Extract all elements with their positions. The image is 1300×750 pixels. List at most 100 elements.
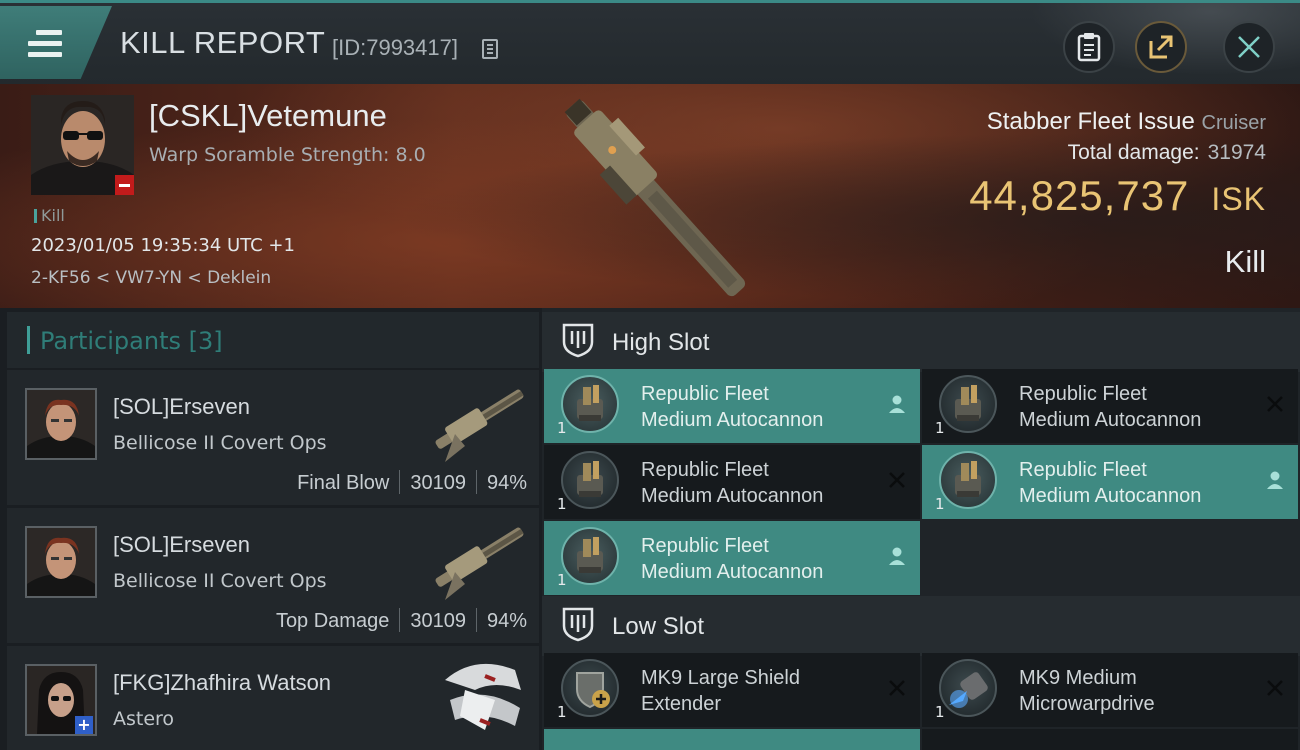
clipboard-button[interactable]	[1063, 21, 1115, 73]
participant-name: [SOL]Erseven	[113, 532, 250, 557]
module-name: MK9 Large Shield Extender	[641, 665, 800, 717]
victim-ship: Stabber Fleet Issue Cruiser	[987, 108, 1266, 136]
module-name-line2: Microwarpdrive	[1019, 693, 1155, 715]
participant-ship: Astero	[113, 708, 175, 730]
shield-slot-icon	[562, 607, 594, 642]
share-icon	[1149, 35, 1173, 59]
stats-divider	[475, 470, 477, 494]
module-slot-partial[interactable]	[544, 729, 920, 750]
participant-ship-image	[435, 527, 524, 600]
low-slot-header: Low Slot	[542, 596, 1300, 656]
participants-title: Participants [3]	[40, 327, 223, 355]
module-slot[interactable]: 1 MK9 Large Shield Extender	[544, 653, 920, 727]
hostile-badge	[115, 175, 134, 195]
module-name-line2: Medium Autocannon	[1019, 485, 1202, 507]
menu-button[interactable]	[0, 6, 112, 79]
participants-header: Participants [3]	[7, 312, 539, 368]
module-name-line2: Medium Autocannon	[641, 485, 824, 507]
destroyed-x-icon	[1267, 396, 1283, 412]
module-name-line1: Republic Fleet	[1019, 383, 1147, 405]
module-slot[interactable]: 1 Republic Fleet Medium Autocannon	[544, 369, 920, 443]
module-name-line1: Republic Fleet	[641, 383, 769, 405]
isk-value: 44,825,737 ISK	[969, 172, 1266, 220]
autocannon-icon	[561, 527, 619, 585]
module-name-line1: Republic Fleet	[1019, 459, 1147, 481]
menu-icon	[28, 30, 62, 58]
participant-tag: Final Blow	[297, 472, 390, 494]
participant-name: [SOL]Erseven	[113, 394, 250, 419]
person-icon	[889, 547, 905, 565]
module-name-line1: Republic Fleet	[641, 459, 769, 481]
participant-stats: Top Damage 30109 94%	[276, 608, 527, 633]
microwarpdrive-icon	[939, 659, 997, 717]
high-slot-title: High Slot	[612, 329, 710, 356]
shield-slot-icon	[562, 323, 594, 358]
participant-row[interactable]: [SOL]Erseven Bellicose II Covert Ops Top…	[7, 508, 539, 643]
destroyed-x-icon	[1267, 680, 1283, 696]
module-slot[interactable]: 1 Republic Fleet Medium Autocannon	[544, 521, 920, 595]
share-button[interactable]	[1135, 21, 1187, 73]
kill-datetime: 2023/01/05 19:35:34 UTC +1	[31, 235, 295, 256]
module-name-line1: MK9 Large Shield	[641, 667, 800, 689]
ship-class: Cruiser	[1201, 112, 1266, 134]
module-name-line1: Republic Fleet	[641, 535, 769, 557]
autocannon-icon	[561, 451, 619, 509]
module-quantity: 1	[557, 495, 567, 513]
destroyed-x-icon	[889, 680, 905, 696]
module-slot-partial[interactable]	[922, 729, 1298, 750]
module-slot[interactable]: 1 MK9 Medium Microwarpdrive	[922, 653, 1298, 727]
total-damage-label: Total damage:	[1067, 141, 1200, 164]
copy-icon[interactable]	[482, 39, 498, 59]
module-slot[interactable]: 1 Republic Fleet Medium Autocannon	[544, 445, 920, 519]
module-quantity: 1	[935, 703, 945, 721]
kill-tag: Kill	[34, 206, 65, 225]
participant-row[interactable]: [SOL]Erseven Bellicose II Covert Ops Fin…	[7, 370, 539, 505]
low-slot-title: Low Slot	[612, 613, 705, 640]
autocannon-icon	[939, 451, 997, 509]
close-button[interactable]	[1223, 21, 1275, 73]
module-name: Republic Fleet Medium Autocannon	[1019, 381, 1201, 433]
participant-stats: Final Blow 30109 94%	[297, 470, 527, 495]
participant-row[interactable]: + [FKG]Zhafhira Watson Astero	[7, 646, 539, 750]
module-name-line2: Medium Autocannon	[641, 409, 824, 431]
victim-name: [CSKL]Vetemune	[149, 98, 387, 133]
title-bar: KILL REPORT [ID:7993417]	[0, 0, 1300, 87]
module-quantity: 1	[557, 703, 567, 721]
kill-type: Kill	[1224, 244, 1266, 279]
victim-ship-image	[564, 98, 746, 297]
ally-badge: +	[75, 716, 93, 734]
page-title: KILL REPORT	[120, 25, 326, 60]
total-damage: Total damage: 31974	[1068, 141, 1266, 165]
module-name: Republic Fleet Medium Autocannon	[641, 381, 823, 433]
victim-banner: [CSKL]Vetemune Warp Soramble Strength: 8…	[0, 84, 1300, 308]
participant-ship-image	[445, 663, 521, 730]
isk-amount: 44,825,737	[969, 172, 1190, 219]
module-quantity: 1	[935, 495, 945, 513]
participant-ship: Bellicose II Covert Ops	[113, 432, 327, 454]
module-quantity: 1	[557, 419, 567, 437]
module-name: Republic Fleet Medium Autocannon	[1019, 457, 1201, 509]
high-slot-header: High Slot	[542, 312, 1300, 372]
module-name-line2: Medium Autocannon	[641, 561, 824, 583]
kill-report-window: { "header": { "title": "KILL REPORT", "i…	[0, 0, 1300, 750]
kill-id: [ID:7993417]	[332, 35, 458, 60]
participants-header-bar	[27, 326, 30, 354]
stats-divider	[475, 608, 477, 632]
participant-avatar[interactable]	[25, 388, 97, 460]
module-name: Republic Fleet Medium Autocannon	[641, 533, 823, 585]
participant-percent: 94%	[486, 472, 527, 494]
clipboard-icon	[1077, 33, 1101, 62]
module-slot[interactable]: 1 Republic Fleet Medium Autocannon	[922, 445, 1298, 519]
destroyed-x-icon	[889, 472, 905, 488]
participant-percent: 94%	[486, 610, 527, 632]
shield-extender-icon	[561, 659, 619, 717]
autocannon-icon	[561, 375, 619, 433]
kill-location: 2-KF56 < VW7-YN < Deklein	[31, 268, 272, 288]
participant-tag: Top Damage	[275, 610, 390, 632]
module-name-line2: Extender	[641, 693, 722, 715]
stats-divider	[399, 470, 401, 494]
ship-name: Stabber Fleet Issue	[986, 108, 1195, 135]
participant-avatar[interactable]	[25, 526, 97, 598]
module-slot[interactable]: 1 Republic Fleet Medium Autocannon	[922, 369, 1298, 443]
module-name: MK9 Medium Microwarpdrive	[1019, 665, 1155, 717]
